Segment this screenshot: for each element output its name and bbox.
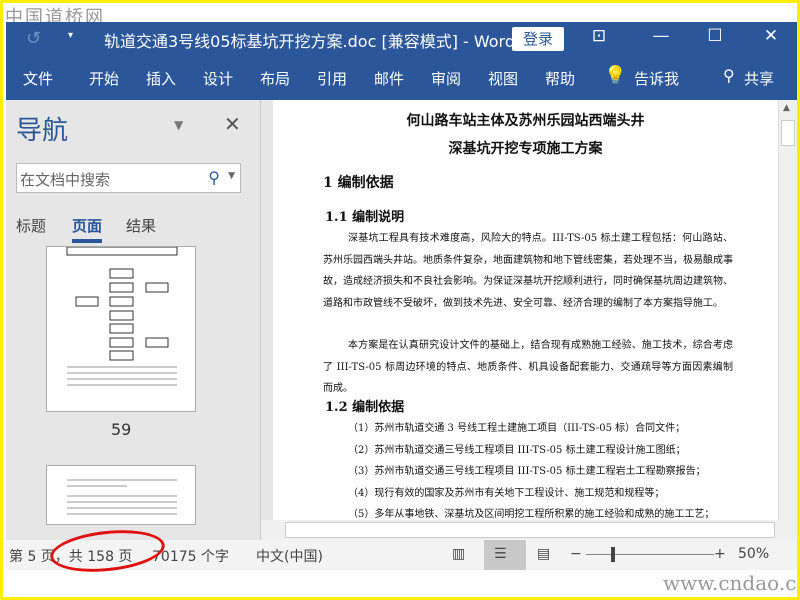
search-icon[interactable]: ⚲	[208, 168, 220, 187]
heading-1: 1 编制依据	[323, 175, 394, 191]
list-item: （2）苏州市轨道交通三号线工程项目 III-TS-05 标土建工程设计施工图纸；	[348, 444, 686, 456]
heading-1-1: 1.1 编制说明	[325, 210, 405, 225]
login-button[interactable]: 登录	[512, 27, 564, 51]
page-thumbnail-59[interactable]	[46, 246, 196, 412]
vertical-scrollbar[interactable]: ▲	[778, 100, 797, 520]
reference-list: （1）苏州市轨道交通 3 号线工程土建施工项目（III-TS-05 标）合同文件…	[348, 418, 714, 526]
minimize-button[interactable]: —	[646, 26, 676, 46]
print-layout-icon[interactable]: ☰	[494, 546, 507, 562]
nav-options-dropdown-icon[interactable]: ▼	[174, 118, 183, 132]
nav-tab-headings[interactable]: 标题	[16, 215, 46, 236]
tab-insert[interactable]: 插入	[146, 68, 176, 89]
watermark-url: www.cndao.com	[663, 571, 797, 595]
nav-tab-pages[interactable]: 页面	[72, 215, 103, 243]
web-layout-icon[interactable]: ▤	[537, 546, 550, 562]
text-thumbnail	[67, 479, 177, 515]
language[interactable]: 中文(中国)	[256, 546, 323, 566]
navigation-pane: 导航 ▼ ✕ 在文档中搜索 ⚲ ▼ 标题 页面 结果 59	[6, 100, 261, 540]
tell-me[interactable]: 告诉我	[634, 68, 679, 89]
paragraph-2: 本方案是在认真研究设计文件的基础上，结合现有成熟施工经验、施工技术，综合考虑了 …	[323, 340, 733, 394]
list-item: （1）苏州市轨道交通 3 号线工程土建施工项目（III-TS-05 标）合同文件…	[348, 423, 686, 434]
flowchart-thumbnail	[66, 246, 178, 386]
zoom-slider[interactable]	[586, 554, 714, 555]
tab-help[interactable]: 帮助	[545, 68, 575, 89]
list-item: （4）现行有效的国家及苏州市有关地下工程设计、施工规范和规程等；	[348, 487, 665, 499]
page-thumbnail-60[interactable]	[46, 465, 196, 525]
zoom-out-button[interactable]: −	[570, 546, 582, 562]
tab-view[interactable]: 视图	[488, 68, 518, 89]
scroll-up-icon[interactable]: ▲	[783, 103, 790, 113]
lightbulb-icon: 💡	[604, 65, 627, 86]
undo-icon[interactable]: ↺	[26, 28, 41, 49]
thumbnail-page-number: 59	[111, 420, 132, 439]
zoom-in-button[interactable]: +	[714, 546, 726, 562]
tab-design[interactable]: 设计	[203, 68, 233, 89]
zoom-slider-knob[interactable]	[611, 547, 615, 562]
tab-references[interactable]: 引用	[317, 68, 347, 89]
share-button[interactable]: 共享	[744, 68, 774, 89]
close-button[interactable]: ✕	[756, 26, 786, 46]
title-bar: ↺ ▾ 轨道交通3号线05标基坑开挖方案.doc [兼容模式] - Word 登…	[6, 22, 797, 56]
horizontal-scroll-thumb[interactable]	[285, 522, 775, 538]
search-placeholder: 在文档中搜索	[20, 171, 111, 189]
zoom-level[interactable]: 50%	[738, 546, 769, 562]
list-item: （3）苏州市轨道交通三号线工程项目 III-TS-05 标土建工程岩土工程勘察报…	[348, 466, 706, 477]
nav-title: 导航	[16, 116, 69, 146]
tab-mailings[interactable]: 邮件	[374, 68, 404, 89]
nav-search-input[interactable]: 在文档中搜索 ⚲ ▼	[16, 163, 241, 193]
tab-home[interactable]: 开始	[89, 68, 119, 89]
ribbon-display-options-icon[interactable]: ⊡	[584, 26, 614, 46]
ribbon-tabs: 文件 开始 插入 设计 布局 引用 邮件 审阅 视图 帮助 💡 告诉我 ⚲ 共享	[6, 56, 797, 100]
nav-tab-results[interactable]: 结果	[126, 215, 156, 236]
window-title: 轨道交通3号线05标基坑开挖方案.doc [兼容模式] - Word	[104, 32, 516, 51]
search-dropdown-icon[interactable]: ▼	[228, 171, 235, 181]
document-area: 何山路车站主体及苏州乐园站西端头井 深基坑开挖专项施工方案 1 编制依据 1.1…	[261, 100, 778, 520]
doc-title-line1: 何山路车站主体及苏州乐园站西端头井	[406, 113, 645, 129]
tab-review[interactable]: 审阅	[431, 68, 461, 89]
doc-title-line2: 深基坑开挖专项施工方案	[448, 141, 603, 157]
quick-access-dropdown-icon[interactable]: ▾	[68, 30, 73, 41]
heading-1-2: 1.2 编制依据	[325, 400, 405, 415]
scroll-thumb[interactable]	[781, 120, 795, 146]
document-page[interactable]: 何山路车站主体及苏州乐园站西端头井 深基坑开挖专项施工方案 1 编制依据 1.1…	[273, 100, 778, 520]
tab-file[interactable]: 文件	[23, 68, 53, 89]
horizontal-scrollbar[interactable]	[261, 520, 797, 540]
maximize-button[interactable]: ☐	[700, 26, 730, 46]
paragraph-1: 深基坑工程具有技术难度高，风险大的特点。III-TS-05 标土建工程包括：何山…	[323, 233, 733, 309]
read-mode-icon[interactable]: ▥	[452, 546, 465, 562]
tab-layout[interactable]: 布局	[260, 68, 290, 89]
nav-close-icon[interactable]: ✕	[224, 112, 241, 136]
person-add-icon: ⚲	[723, 66, 735, 85]
